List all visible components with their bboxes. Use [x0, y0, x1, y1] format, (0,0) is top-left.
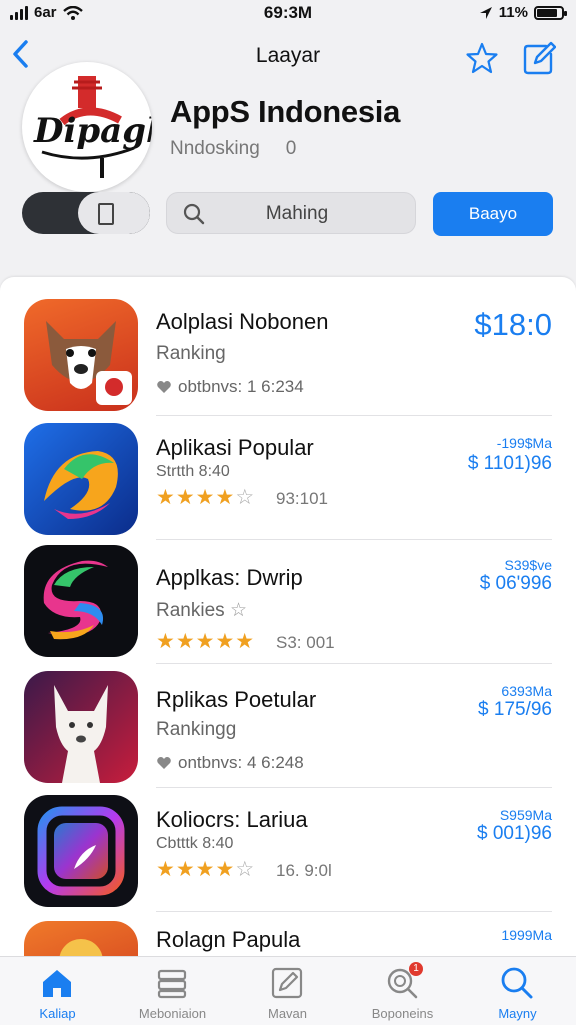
- page-title: AppS Indonesia: [170, 94, 401, 129]
- location-arrow-icon: [479, 6, 492, 19]
- list-item[interactable]: Applkas: Dwrip Rankies ☆ ★★★★★ S3: 001 S…: [0, 545, 576, 665]
- edit-square-icon[interactable]: [520, 40, 556, 76]
- tab-label: Meboniaion: [138, 1006, 207, 1021]
- tab-label: Boponeins: [371, 1006, 434, 1021]
- heart-icon: [157, 757, 171, 769]
- tablet-icon: [98, 203, 114, 225]
- list-item[interactable]: Aolplasi Nobonen Ranking obtbnvs: 1 6:23…: [0, 297, 576, 417]
- app-price[interactable]: $ 175/96: [478, 699, 552, 721]
- divider: [156, 415, 552, 416]
- tab-search[interactable]: Mayny: [460, 957, 575, 1025]
- stars-empty: ☆: [235, 858, 256, 881]
- app-sub: Ranking: [156, 343, 226, 364]
- status-bar: 6ar 69:3M 11%: [0, 0, 576, 26]
- battery-percent: 11%: [498, 4, 528, 21]
- tab-bar: Kaliap Meboniaion Mavan 1 Boponeins Mayn…: [0, 956, 576, 1025]
- divider: [156, 539, 552, 540]
- notification-badge: 1: [409, 962, 423, 976]
- stars-filled: ★★★★★: [156, 630, 256, 653]
- pencil-square-icon: [271, 967, 303, 999]
- app-price[interactable]: $ 1101)96: [468, 453, 552, 475]
- stars-empty: ☆: [235, 486, 256, 509]
- star-outline-icon: ☆: [229, 600, 247, 621]
- sub-count: 0: [285, 138, 297, 159]
- divider: [156, 663, 552, 664]
- app-sub: Rankingg: [156, 719, 237, 740]
- tab-stack[interactable]: Meboniaion: [115, 957, 230, 1025]
- app-name: Applkas: Dwrip: [156, 565, 303, 590]
- app-list: Aolplasi Nobonen Ranking obtbnvs: 1 6:23…: [0, 277, 576, 977]
- star-rating: ★★★★☆: [156, 485, 255, 510]
- status-right: 11%: [479, 4, 567, 21]
- app-name: Aolplasi Nobonen: [156, 309, 329, 334]
- app-price-top: S959Ma: [499, 807, 552, 823]
- tab-label: Mayny: [498, 1006, 537, 1021]
- star-icon[interactable]: [464, 40, 500, 76]
- dog-app-icon: [24, 299, 138, 411]
- app-logo: Dipagh: [22, 62, 152, 192]
- header-subline: Nndosking 0: [170, 138, 296, 160]
- app-price[interactable]: $ 06'996: [480, 573, 552, 595]
- white-dog-app-icon: [24, 671, 138, 783]
- app-name: Rolagn Papula: [156, 927, 301, 952]
- stars-filled: ★★★★: [156, 486, 236, 509]
- app-score: 16. 9:0l: [276, 861, 332, 880]
- gradient-frame-app-icon: [24, 795, 138, 907]
- app-meta-text: obtbnvs: 1 6:234: [178, 377, 304, 396]
- app-price[interactable]: $18:0: [474, 307, 552, 343]
- app-name: Aplikasi Popular: [156, 435, 314, 460]
- tab-updates[interactable]: 1 Boponeins: [345, 957, 460, 1025]
- tab-home[interactable]: Kaliap: [0, 957, 115, 1025]
- app-sub: Rankies ☆: [156, 599, 247, 622]
- app-price-top: 1999Ma: [501, 927, 552, 943]
- sub-label: Nndosking: [170, 138, 260, 159]
- search-field[interactable]: Mahing: [166, 192, 416, 234]
- app-price-top: S39$ve: [504, 557, 552, 573]
- app-name: Rplikas Poetular: [156, 687, 317, 712]
- search-label: Mahing: [265, 203, 329, 224]
- app-score: 93:101: [276, 489, 328, 508]
- logo-text: Dipagh: [33, 111, 152, 151]
- app-price-top: -199$Ma: [496, 435, 552, 451]
- star-rating: ★★★★★: [156, 629, 255, 654]
- list-item[interactable]: Koliocrs: Lariua Cbtttk 8:40 ★★★★☆ 16. 9…: [0, 793, 576, 913]
- search-icon: [501, 967, 533, 999]
- app-price-top: 6393Ma: [501, 683, 552, 699]
- battery-icon: [534, 5, 567, 20]
- stack-icon: [157, 969, 187, 999]
- app-meta: obtbnvs: 1 6:234: [156, 377, 304, 397]
- toggle-knob[interactable]: [78, 192, 150, 234]
- list-item[interactable]: Aplikasi Popular Strtth 8:40 ★★★★☆ 93:10…: [0, 421, 576, 541]
- app-meta: ontbnvs: 4 6:248: [156, 753, 304, 773]
- home-icon: [43, 970, 71, 997]
- tab-label: Mavan: [267, 1006, 308, 1021]
- divider: [156, 911, 552, 912]
- list-item[interactable]: Rplikas Poetular Rankingg ontbnvs: 4 6:2…: [0, 669, 576, 789]
- app-score: S3: 001: [276, 633, 335, 652]
- divider: [156, 787, 552, 788]
- stars-filled: ★★★★: [156, 858, 236, 881]
- app-meta-text: ontbnvs: 4 6:248: [178, 753, 304, 772]
- app-sub: Cbtttk 8:40: [156, 835, 234, 852]
- app-price[interactable]: $ 001)96: [477, 823, 552, 845]
- star-rating: ★★★★☆: [156, 857, 255, 882]
- app-sub-text: Rankies: [156, 600, 225, 621]
- s-swirl-app-icon: [24, 545, 138, 657]
- app-sub: Strtth 8:40: [156, 463, 230, 480]
- view-toggle[interactable]: [22, 192, 150, 234]
- heart-icon: [157, 381, 171, 393]
- swirl-app-icon: [24, 423, 138, 535]
- battery-level: [537, 8, 558, 17]
- app-name: Koliocrs: Lariua: [156, 807, 308, 832]
- primary-button[interactable]: Baayo: [433, 192, 553, 236]
- tab-edit[interactable]: Mavan: [230, 957, 345, 1025]
- tab-label: Kaliap: [39, 1006, 76, 1021]
